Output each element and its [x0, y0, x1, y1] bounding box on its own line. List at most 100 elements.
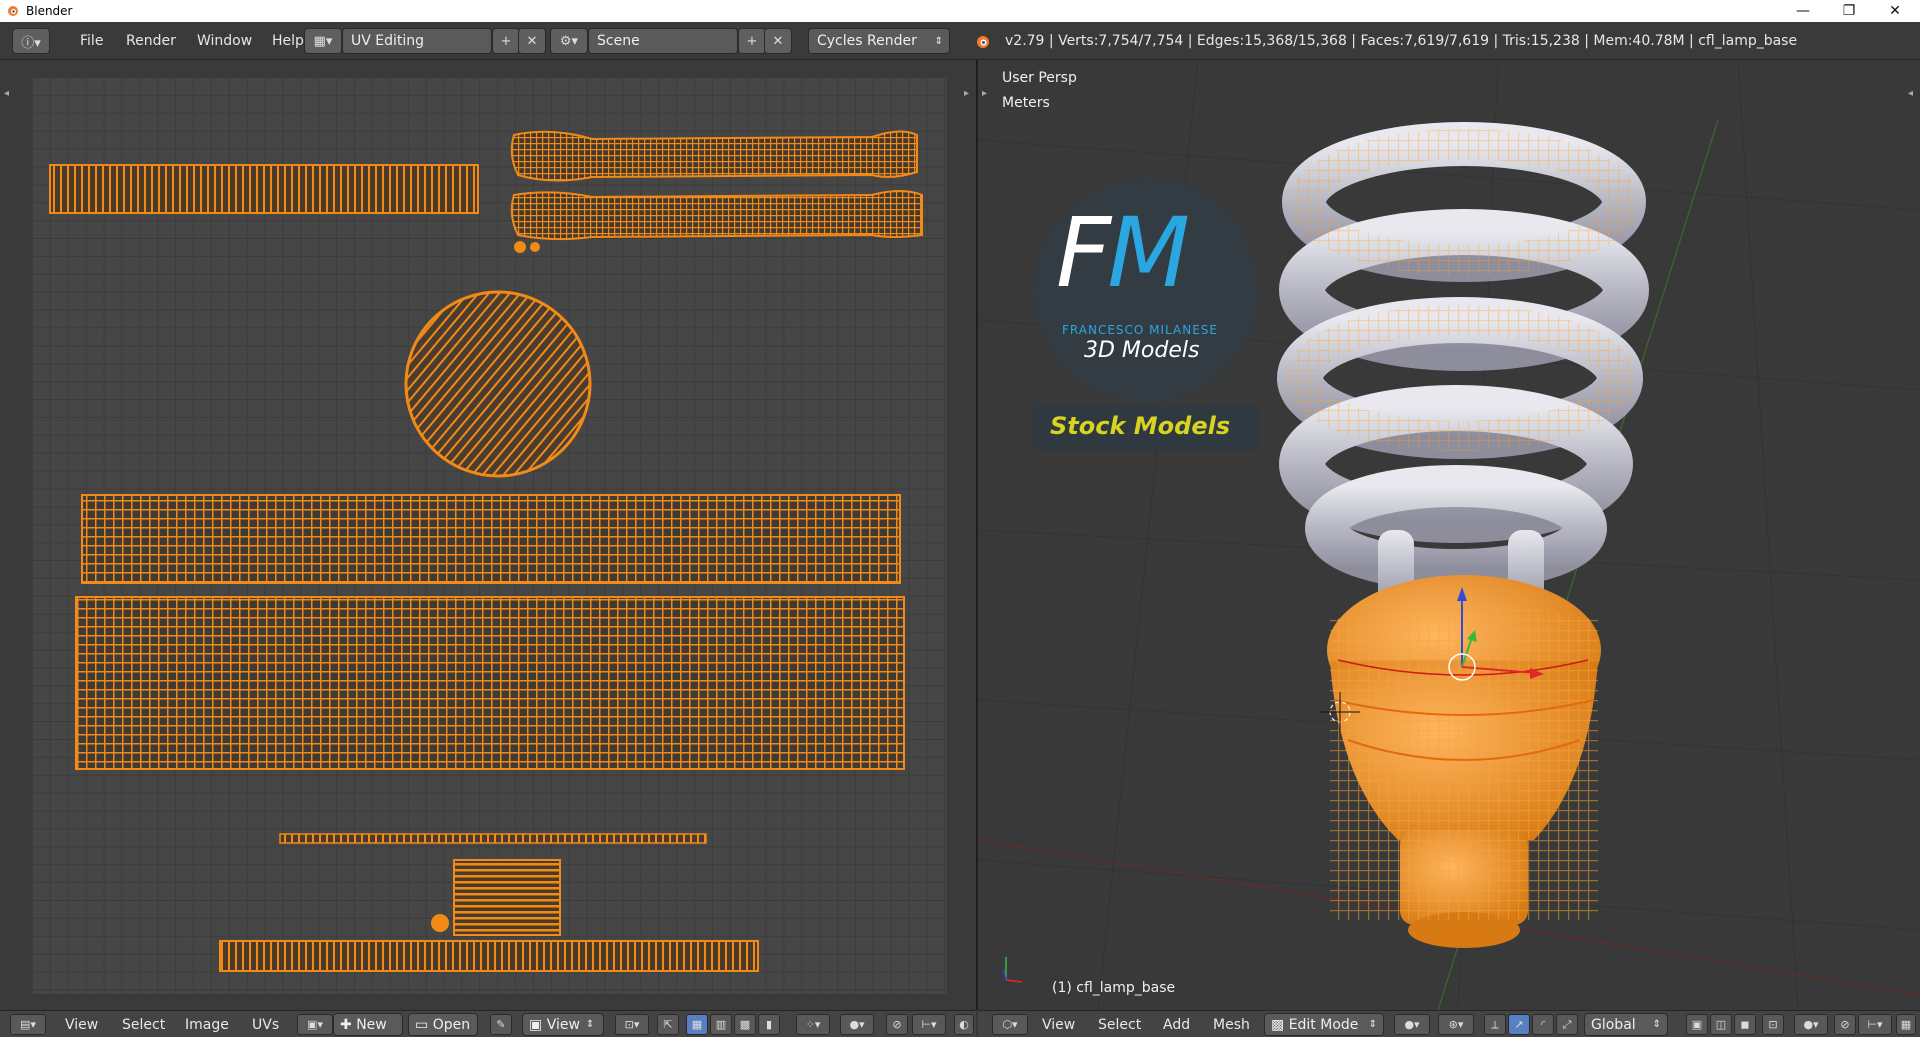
snap-icon[interactable]: ⊘: [886, 1014, 908, 1035]
uv-grid[interactable]: [32, 77, 947, 994]
uv-menu-uvs[interactable]: UVs: [252, 1015, 279, 1035]
viewport-shading-icon[interactable]: ●▾: [1394, 1014, 1430, 1035]
menu-file[interactable]: File: [80, 33, 103, 49]
add-scene-icon[interactable]: +: [738, 28, 766, 54]
properties-toggle-icon[interactable]: ▸: [964, 88, 969, 99]
uv-island: [81, 494, 901, 584]
face-select-icon[interactable]: ◼: [1734, 1014, 1756, 1035]
view-mode-select[interactable]: ▣ View ⇕: [522, 1013, 604, 1036]
plus-icon: ✚: [340, 1016, 357, 1033]
scene-stats: v2.79 | Verts:7,754/7,754 | Edges:15,368…: [1005, 33, 1798, 49]
info-editor-icon[interactable]: ⓘ▾: [12, 28, 50, 54]
restore-button[interactable]: ❐: [1826, 0, 1872, 22]
toolshelf-toggle-icon[interactable]: ◂: [4, 88, 9, 99]
blender-logo-icon: [8, 6, 18, 16]
screen-layout-icon[interactable]: ▦▾: [304, 28, 342, 54]
editor-type-icon[interactable]: ⬡▾: [992, 1014, 1028, 1035]
close-button[interactable]: ✕: [1872, 0, 1918, 22]
uv-island: [404, 290, 592, 478]
uv-island: [530, 242, 540, 252]
chevron-updown-icon: ⇕: [1368, 1019, 1377, 1030]
view-mode-icon: ▣: [529, 1016, 547, 1033]
sync-selection-icon[interactable]: ⇱: [657, 1014, 679, 1035]
menu-window[interactable]: Window: [197, 33, 252, 49]
edit-mode-icon: ▩: [1271, 1016, 1289, 1033]
chevron-updown-icon: ⇕: [585, 1019, 595, 1030]
uv-island: [514, 241, 526, 253]
minimize-button[interactable]: —: [1780, 0, 1826, 22]
edge-select-icon[interactable]: ▥: [710, 1014, 732, 1035]
snap-target-icon[interactable]: ⊢▾: [1858, 1014, 1892, 1035]
uv-menu-select[interactable]: Select: [122, 1015, 165, 1035]
snap-icon[interactable]: ⊘: [1834, 1014, 1856, 1035]
layers-icon[interactable]: ▦: [1896, 1014, 1916, 1035]
vertex-select-icon[interactable]: ▣: [1686, 1014, 1708, 1035]
pivot-point-icon[interactable]: ⊛▾: [1438, 1014, 1474, 1035]
snap-target-icon[interactable]: ⊢▾: [912, 1014, 946, 1035]
scene-icon[interactable]: ⚙▾: [550, 28, 588, 54]
chevron-updown-icon: ⇕: [934, 35, 943, 47]
transform-orientation-label: Global: [1591, 1016, 1636, 1033]
uv-island: [510, 190, 923, 241]
uv-menu-image[interactable]: Image: [185, 1015, 229, 1035]
uv-islands: [49, 130, 923, 972]
render-engine-select[interactable]: Cycles Render ⇕: [808, 28, 950, 54]
view3d-menu-add[interactable]: Add: [1163, 1015, 1190, 1035]
3d-viewport[interactable]: ▸ ◂ User Persp Meters FM FRANCESCO MILAN…: [978, 60, 1920, 1010]
vertex-select-icon[interactable]: ▦: [686, 1014, 708, 1035]
new-image-label: New: [356, 1016, 387, 1033]
limit-selection-icon[interactable]: ⊡: [1762, 1014, 1784, 1035]
island-select-icon[interactable]: ▮: [758, 1014, 780, 1035]
scopes-icon[interactable]: ◐: [954, 1014, 974, 1035]
scene-field[interactable]: Scene: [588, 28, 738, 54]
window-titlebar: Blender — ❐ ✕: [0, 0, 1920, 22]
logo-initials: FM: [1056, 205, 1190, 301]
logo-name: FRANCESCO MILANESE: [1062, 323, 1218, 337]
scale-manipulator-icon[interactable]: ⤢: [1556, 1014, 1578, 1035]
editor-type-icon[interactable]: ▤▾: [10, 1014, 46, 1035]
translate-manipulator-icon[interactable]: ↗: [1508, 1014, 1530, 1035]
sticky-mode-icon[interactable]: ⁘▾: [796, 1014, 830, 1035]
view3d-menu-select[interactable]: Select: [1098, 1015, 1141, 1035]
rotate-manipulator-icon[interactable]: ◜: [1532, 1014, 1554, 1035]
new-image-button[interactable]: ✚ New: [333, 1013, 403, 1036]
uv-menu-view[interactable]: View: [65, 1015, 98, 1035]
transform-orientation-select[interactable]: Global ⇕: [1584, 1013, 1668, 1036]
screen-layout-field[interactable]: UV Editing: [342, 28, 492, 54]
add-screen-icon[interactable]: +: [492, 28, 520, 54]
menu-help[interactable]: Help: [272, 33, 304, 49]
menu-render[interactable]: Render: [126, 33, 176, 49]
pin-icon[interactable]: ✎: [490, 1014, 512, 1035]
logo-initial-m: M: [1107, 197, 1190, 309]
manipulator-toggle-icon[interactable]: ⟂: [1484, 1014, 1506, 1035]
uv-editor[interactable]: ◂ ▸: [0, 60, 976, 1010]
remove-screen-icon[interactable]: ✕: [518, 28, 546, 54]
logo-initial-f: F: [1056, 197, 1111, 309]
view3d-menu-mesh[interactable]: Mesh: [1213, 1015, 1250, 1035]
uv-island: [510, 130, 918, 182]
interaction-mode-label: Edit Mode: [1288, 1016, 1359, 1033]
view3d-menu-view[interactable]: View: [1042, 1015, 1075, 1035]
window-title: Blender: [26, 4, 73, 18]
axis-gizmo-icon: [1003, 957, 1023, 983]
uv-island: [49, 164, 479, 214]
logo-tagline: 3D Models: [1084, 338, 1200, 363]
chevron-updown-icon: ⇕: [1652, 1019, 1661, 1030]
proportional-edit-icon[interactable]: ●▾: [1794, 1014, 1828, 1035]
proportional-edit-icon[interactable]: ●▾: [840, 1014, 874, 1035]
uv-island: [279, 833, 707, 844]
interaction-mode-select[interactable]: ▩ Edit Mode ⇕: [1264, 1013, 1384, 1036]
remove-scene-icon[interactable]: ✕: [764, 28, 792, 54]
render-engine-label: Cycles Render: [817, 33, 917, 49]
edge-select-icon[interactable]: ◫: [1710, 1014, 1732, 1035]
image-browse-icon[interactable]: ▣▾: [297, 1014, 333, 1035]
uv-island: [75, 596, 905, 770]
open-image-button[interactable]: ▭ Open: [408, 1013, 478, 1036]
view3d-header: ⬡▾ View Select Add Mesh ▩ Edit Mode ⇕ ●▾ …: [978, 1010, 1920, 1037]
face-select-icon[interactable]: ▩: [734, 1014, 756, 1035]
logo-banner: Stock Models: [1050, 412, 1231, 440]
uv-island: [431, 914, 449, 932]
blender-logo-icon: [977, 36, 989, 48]
pivot-icon[interactable]: ⊡▾: [615, 1014, 649, 1035]
open-image-label: Open: [432, 1016, 471, 1033]
